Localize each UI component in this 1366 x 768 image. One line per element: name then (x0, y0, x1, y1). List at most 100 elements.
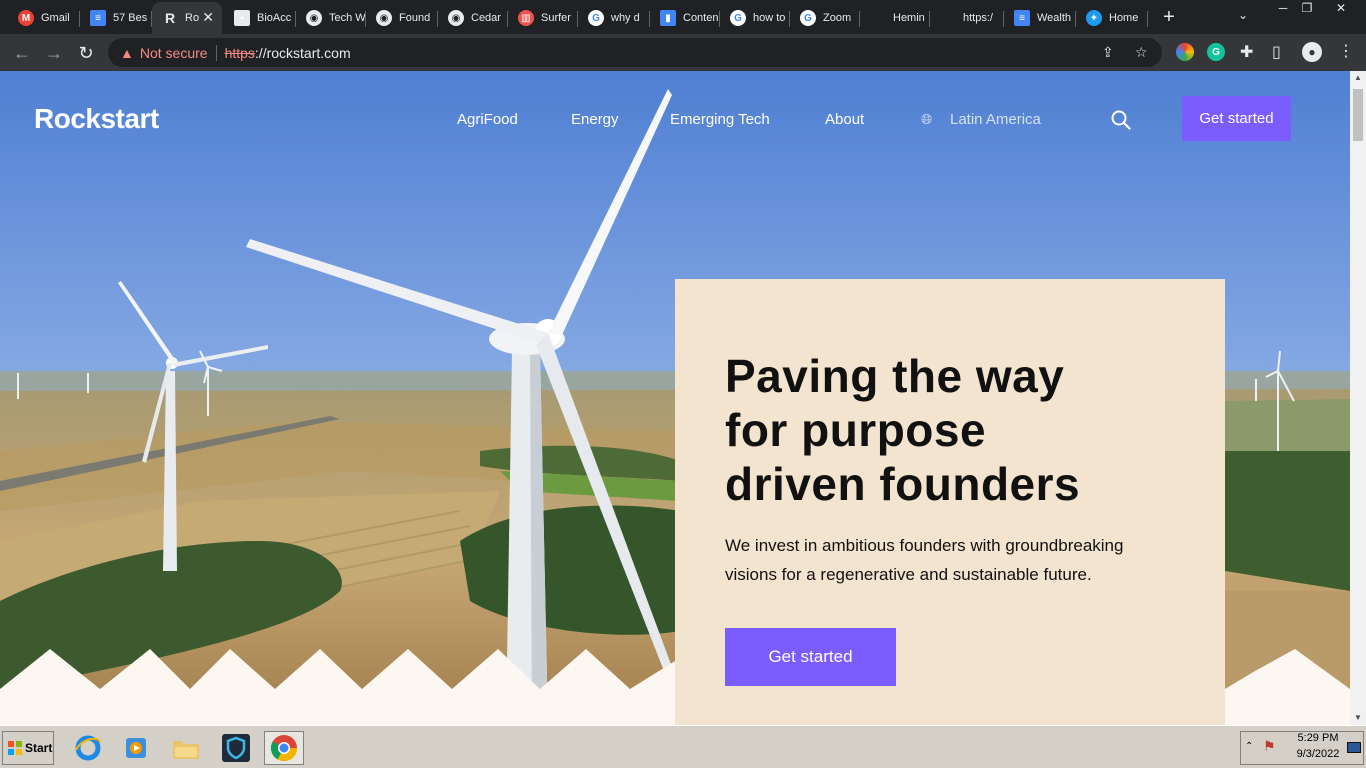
headline-line-3: driven founders (725, 458, 1081, 510)
browser-tab[interactable]: ✦ Home (1076, 4, 1148, 32)
clock-time[interactable]: 5:29 PM (1292, 732, 1344, 744)
profile-avatar-icon[interactable]: ● (1302, 42, 1322, 62)
browser-tab[interactable]: Gwhy d (578, 4, 650, 32)
docs-icon: ≡ (90, 10, 106, 26)
nav-energy[interactable]: Energy (571, 111, 619, 128)
url-scheme: https (224, 44, 255, 61)
get-started-header-button[interactable]: Get started (1182, 96, 1291, 141)
page-viewport: Rockstart AgriFood Energy Emerging Tech … (0, 71, 1350, 725)
headline-line-2: for purpose (725, 404, 987, 456)
show-desktop-icon[interactable] (1347, 742, 1361, 753)
network-warning-icon[interactable]: ⚑ (1263, 738, 1276, 755)
ie-icon[interactable] (68, 731, 108, 765)
nav-agrifood[interactable]: AgriFood (457, 111, 518, 128)
shield-app-icon[interactable] (216, 731, 256, 765)
address-bar[interactable]: ▲ Not secure https ://rockstart.com ⇪ ☆ (108, 38, 1162, 67)
file-icon: ▮ (660, 10, 676, 26)
browser-tab[interactable]: R Ro ✕ (152, 2, 222, 34)
url-text: ://rockstart.com (254, 44, 351, 61)
site-logo[interactable]: Rockstart (34, 103, 159, 135)
close-tab-icon[interactable]: ✕ (202, 9, 214, 26)
nav-about[interactable]: About (825, 111, 864, 128)
security-status[interactable]: Not secure (140, 45, 208, 61)
headline-line-1: Paving the way (725, 350, 1065, 402)
browser-tab[interactable]: G Zoom (790, 4, 860, 32)
browser-tab[interactable]: ▮ Conten (650, 4, 720, 32)
clock-date[interactable]: 9/3/2022 (1292, 748, 1344, 760)
os-taskbar: Start ⌃ ⚑ (0, 725, 1366, 768)
media-player-icon[interactable] (116, 731, 156, 765)
twitter-icon: ✦ (1086, 10, 1102, 26)
chromium-ext-icon[interactable] (1176, 43, 1194, 61)
restore-button[interactable]: ❐ (1292, 0, 1322, 18)
browser-tab[interactable]: ◉ Cedar (438, 4, 508, 32)
start-button[interactable]: Start (2, 731, 54, 765)
browser-tab[interactable]: https:/ (930, 4, 1004, 32)
tab-title: Tech W (329, 12, 366, 24)
side-panel-icon[interactable]: ▯ (1272, 42, 1281, 62)
google-icon: G (730, 10, 746, 26)
browser-tab[interactable]: Ghow to (720, 4, 790, 32)
browser-tab[interactable]: Hemin (860, 4, 930, 32)
tab-title: Home (1109, 12, 1139, 24)
browser-tab[interactable]: ≡ Wealth (1004, 4, 1076, 32)
tab-title: Surfer (541, 12, 571, 24)
globe-icon[interactable]: 🌐︎ (921, 111, 932, 128)
windows-logo-icon (8, 741, 22, 755)
scroll-down-arrow-icon[interactable]: ▼ (1350, 711, 1366, 725)
hero-subtext: We invest in ambitious founders with gro… (725, 536, 1124, 584)
tray-expand-icon[interactable]: ⌃ (1245, 741, 1253, 752)
forward-button[interactable]: → (41, 40, 67, 66)
tab-title: Ro (185, 12, 200, 24)
grammarly-icon[interactable]: G (1207, 43, 1225, 61)
extensions-puzzle-icon[interactable]: ✚ (1240, 42, 1253, 62)
search-icon[interactable] (1110, 109, 1132, 131)
tab-title: Cedar (471, 12, 501, 24)
tab-title: BioAcc (257, 12, 292, 24)
gmail-icon: M (18, 10, 34, 26)
browser-toolbar: ← → ↻ ▲ Not secure https ://rockstart.co… (0, 34, 1366, 71)
surfer-icon: ▥ (518, 10, 534, 26)
page-scrollbar[interactable]: ▲ ▼ (1350, 71, 1366, 725)
tab-title: why d (611, 12, 640, 24)
browser-tab[interactable]: M Gmail (8, 4, 80, 32)
tab-separator (1147, 11, 1148, 27)
tab-title: how to (753, 12, 786, 24)
browser-tab[interactable]: ≡ 57 Bes (80, 4, 152, 32)
browser-tab[interactable]: ◉ Tech W (296, 4, 366, 32)
chrome-menu-icon[interactable]: ⋮ (1338, 41, 1354, 61)
tab-title: https:/ (963, 12, 993, 24)
tab-title: 57 Bes (113, 12, 148, 24)
folder-icon[interactable] (166, 731, 206, 765)
tab-search-icon[interactable]: ⌄ (1238, 8, 1248, 22)
browser-tab[interactable]: ▪ BioAcc (224, 4, 296, 32)
get-started-hero-button[interactable]: Get started (725, 628, 896, 686)
close-window-button[interactable]: ✕ (1326, 0, 1356, 18)
blank-icon (940, 10, 956, 26)
globe-icon: ◉ (306, 10, 322, 26)
scroll-up-arrow-icon[interactable]: ▲ (1350, 71, 1366, 85)
browser-tab[interactable]: ▥ Surfer (508, 4, 578, 32)
share-icon[interactable]: ⇪ (1102, 44, 1114, 61)
tab-strip: + ⌄ ─ ❐ ✕ M Gmail ≡ 57 Bes R Ro ✕ ▪ BioAcc ◉ Tech … (0, 0, 1366, 34)
bookmark-star-icon[interactable]: ☆ (1135, 44, 1148, 61)
warning-icon[interactable]: ▲ (120, 45, 134, 61)
globe-icon: ◉ (448, 10, 464, 26)
hemingway-icon (870, 10, 886, 26)
tab-title: Hemin (893, 12, 925, 24)
hero-card: Paving the way for purpose driven founde… (675, 279, 1225, 725)
back-button[interactable]: ← (9, 40, 35, 66)
google-icon: G (588, 10, 604, 26)
chrome-icon[interactable] (264, 731, 304, 765)
browser-tab[interactable]: ◉ Found (366, 4, 438, 32)
reload-button[interactable]: ↻ (73, 40, 99, 66)
rockstart-icon: R (164, 10, 176, 26)
new-tab-button[interactable]: + (1158, 6, 1180, 28)
region-selector[interactable]: Latin America (950, 111, 1041, 128)
nav-emerging-tech[interactable]: Emerging Tech (670, 111, 770, 128)
omnibox-divider (215, 44, 217, 61)
google-icon: G (800, 10, 816, 26)
hero-headline: Paving the way for purpose driven founde… (725, 349, 1195, 511)
scroll-thumb[interactable] (1353, 89, 1363, 141)
tab-title: Wealth (1037, 12, 1072, 24)
